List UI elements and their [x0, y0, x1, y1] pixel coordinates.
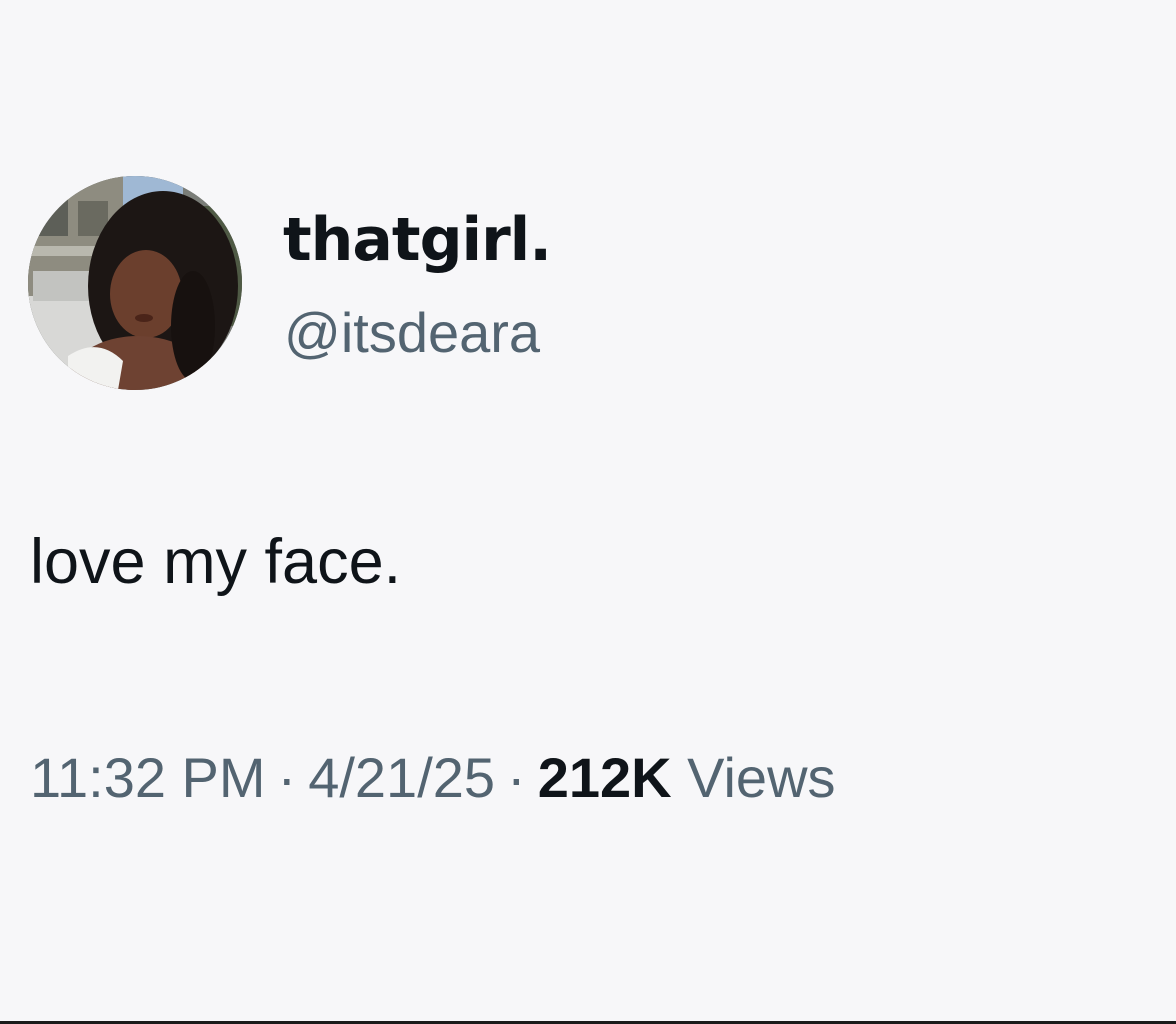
separator: · — [507, 746, 526, 809]
avatar[interactable] — [28, 176, 242, 390]
tweet-meta: 11:32 PM · 4/21/25 · 212K Views — [30, 738, 836, 818]
tweet-time[interactable]: 11:32 PM — [30, 746, 266, 809]
tweet-card: thatgirl. @itsdeara love my face. 11:32 … — [0, 0, 1176, 1024]
separator: · — [277, 746, 297, 809]
views-count[interactable]: 212K — [538, 746, 672, 809]
avatar-photo — [28, 176, 242, 390]
user-handle[interactable]: @itsdeara — [284, 298, 540, 368]
display-name[interactable]: thatgirl. — [283, 200, 552, 280]
views-label: Views — [687, 746, 836, 809]
tweet-text: love my face. — [30, 527, 402, 597]
tweet-date[interactable]: 4/21/25 — [308, 746, 495, 809]
